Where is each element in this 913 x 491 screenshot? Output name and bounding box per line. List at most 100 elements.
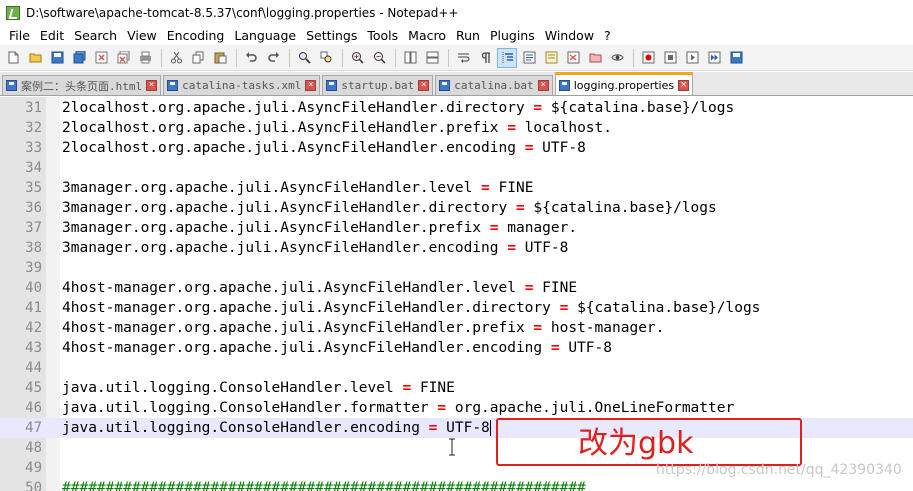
- document-map-button[interactable]: [541, 48, 561, 68]
- tab-close-icon[interactable]: ×: [537, 80, 549, 91]
- code-line[interactable]: 35 3manager.org.apache.juli.AsyncFileHand…: [0, 178, 913, 198]
- menu-search[interactable]: Search: [69, 28, 122, 43]
- copy-button[interactable]: [188, 48, 208, 68]
- paste-button[interactable]: [210, 48, 230, 68]
- line-number: 44: [25, 360, 42, 376]
- property-value: manager.: [507, 220, 578, 236]
- line-number: 38: [25, 240, 42, 256]
- word-wrap-button[interactable]: [453, 48, 473, 68]
- indent-guide-button[interactable]: [497, 47, 517, 68]
- cut-button[interactable]: [166, 48, 186, 68]
- zoom-out-icon: [373, 52, 386, 64]
- record-icon: [642, 51, 654, 64]
- menu-macro[interactable]: Macro: [403, 28, 451, 43]
- new-file-button[interactable]: [3, 48, 23, 68]
- menu-help[interactable]: ?: [599, 28, 616, 43]
- code-line[interactable]: 42 4host-manager.org.apache.juli.AsyncFil…: [0, 318, 913, 338]
- property-value: org.apache.juli.OneLineFormatter: [454, 400, 735, 416]
- function-list-button[interactable]: [563, 48, 583, 68]
- code-line[interactable]: 40 4host-manager.org.apache.juli.AsyncFil…: [0, 278, 913, 298]
- code-line[interactable]: 37 3manager.org.apache.juli.AsyncFileHand…: [0, 218, 913, 238]
- tab-startup-bat[interactable]: startup.bat ×: [322, 75, 434, 95]
- save-status-icon: [167, 80, 179, 91]
- pilcrow-icon: [481, 52, 490, 63]
- line-content: 3manager.org.apache.juli.AsyncFileHandle…: [62, 238, 568, 258]
- menu-window[interactable]: Window: [540, 28, 599, 43]
- code-line[interactable]: 50 ######################################…: [0, 478, 913, 491]
- tab-logging-properties[interactable]: logging.properties ×: [554, 72, 694, 95]
- save-button[interactable]: [47, 48, 67, 68]
- code-line[interactable]: 41 4host-manager.org.apache.juli.AsyncFil…: [0, 298, 913, 318]
- sync-horizontal-icon: [426, 51, 438, 64]
- sync-vertical-button[interactable]: [400, 48, 420, 68]
- menu-run[interactable]: Run: [451, 28, 485, 43]
- equals-operator: =: [489, 220, 499, 236]
- toolbar-separator: [236, 48, 237, 67]
- text-caret: [489, 420, 491, 436]
- replace-button[interactable]: [316, 48, 336, 68]
- tab-close-icon[interactable]: ×: [678, 79, 690, 91]
- menu-view[interactable]: View: [122, 28, 162, 43]
- code-line[interactable]: 33 2localhost.org.apache.juli.AsyncFileHa…: [0, 138, 913, 158]
- tab-label: startup.bat: [341, 79, 415, 92]
- save-macro-button[interactable]: [726, 48, 746, 68]
- tab-catalina-bat[interactable]: catalina.bat ×: [435, 75, 553, 95]
- tab-close-icon[interactable]: ×: [146, 80, 158, 91]
- show-all-characters-button[interactable]: [475, 48, 495, 68]
- sync-horizontal-button[interactable]: [422, 48, 442, 68]
- code-line[interactable]: 36 3manager.org.apache.juli.AsyncFileHand…: [0, 198, 913, 218]
- play-macro-button[interactable]: [682, 48, 702, 68]
- code-line[interactable]: 38 3manager.org.apache.juli.AsyncFileHand…: [0, 238, 913, 258]
- line-content: java.util.logging.ConsoleHandler.formatt…: [62, 398, 734, 418]
- record-macro-button[interactable]: [638, 48, 658, 68]
- save-status-icon: [558, 79, 570, 91]
- property-key: 4host-manager.org.apache.juli.AsyncFileH…: [62, 320, 525, 336]
- code-line[interactable]: 44: [0, 358, 913, 378]
- close-file-icon: [95, 51, 107, 64]
- menu-encoding[interactable]: Encoding: [162, 28, 230, 43]
- close-button[interactable]: [91, 48, 111, 68]
- save-all-button[interactable]: [69, 48, 89, 68]
- tab-close-icon[interactable]: ×: [305, 80, 317, 91]
- open-file-button[interactable]: [25, 48, 45, 68]
- user-defined-language-button[interactable]: [519, 48, 539, 68]
- tab-close-icon[interactable]: ×: [418, 80, 430, 91]
- code-line[interactable]: 31 2localhost.org.apache.juli.AsyncFileHa…: [0, 98, 913, 118]
- line-number: 32: [25, 120, 42, 136]
- redo-button[interactable]: [263, 48, 283, 68]
- menu-bar: File Edit Search View Encoding Language …: [0, 26, 913, 45]
- menu-language[interactable]: Language: [229, 28, 301, 43]
- property-key: 2localhost.org.apache.juli.AsyncFileHand…: [62, 140, 516, 156]
- play-multiple-button[interactable]: [704, 48, 724, 68]
- tab-case-html[interactable]: 案例二：头条页面.html ×: [2, 75, 162, 95]
- code-line[interactable]: 45 java.util.logging.ConsoleHandler.level…: [0, 378, 913, 398]
- window-title: D:\software\apache-tomcat-8.5.37\conf\lo…: [26, 6, 459, 20]
- monitoring-button[interactable]: [607, 48, 627, 68]
- stop-icon: [664, 51, 676, 64]
- comment-text: ########################################…: [62, 480, 586, 491]
- menu-plugins[interactable]: Plugins: [485, 28, 540, 43]
- code-line[interactable]: 43 4host-manager.org.apache.juli.AsyncFil…: [0, 338, 913, 358]
- scissors-icon: [170, 51, 182, 64]
- folder-workspace-button[interactable]: [585, 48, 605, 68]
- code-line[interactable]: 39: [0, 258, 913, 278]
- menu-settings[interactable]: Settings: [301, 28, 362, 43]
- undo-button[interactable]: [241, 48, 261, 68]
- close-all-button[interactable]: [113, 48, 133, 68]
- code-line[interactable]: 34: [0, 158, 913, 178]
- zoom-out-button[interactable]: [369, 48, 389, 68]
- equals-operator: =: [559, 300, 569, 316]
- fast-forward-icon: [708, 51, 720, 64]
- code-line[interactable]: 46 java.util.logging.ConsoleHandler.forma…: [0, 398, 913, 418]
- zoom-in-button[interactable]: [347, 48, 367, 68]
- menu-edit[interactable]: Edit: [35, 28, 69, 43]
- line-number: 34: [25, 160, 42, 176]
- menu-tools[interactable]: Tools: [362, 28, 403, 43]
- line-content: 3manager.org.apache.juli.AsyncFileHandle…: [62, 178, 533, 198]
- code-line[interactable]: 32 2localhost.org.apache.juli.AsyncFileHa…: [0, 118, 913, 138]
- menu-file[interactable]: File: [4, 28, 35, 43]
- tab-catalina-tasks-xml[interactable]: catalina-tasks.xml ×: [163, 75, 321, 95]
- print-button[interactable]: [135, 48, 155, 68]
- stop-record-button[interactable]: [660, 48, 680, 68]
- find-button[interactable]: [294, 48, 314, 68]
